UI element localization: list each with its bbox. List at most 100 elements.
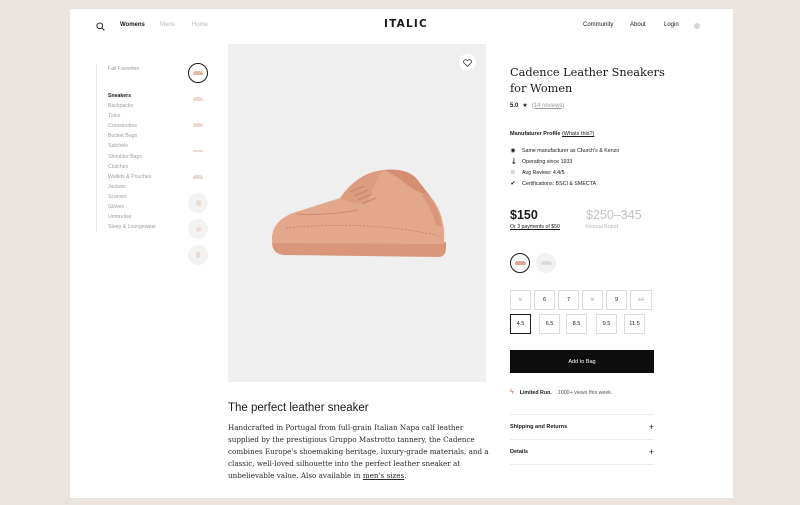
accordion-details[interactable]: Details + xyxy=(510,447,654,457)
nav-womens[interactable]: Womens xyxy=(120,22,145,28)
category-umbrellas[interactable]: Umbrellas xyxy=(108,212,156,222)
manufacturer-item: ☆ Avg Review: 4.4/5 xyxy=(510,169,564,177)
manufacturer-item-text: Same manufacturer as Church's & Kenzo xyxy=(522,147,620,154)
shoe-thumbnail-icon xyxy=(193,175,203,179)
thumbnail-2[interactable] xyxy=(188,89,208,109)
eye-icon: ◉ xyxy=(510,148,516,154)
accordion-divider xyxy=(510,414,654,415)
size-option[interactable]: 8 xyxy=(582,290,603,310)
manufacturer-item: ◉ Same manufacturer as Church's & Kenzo xyxy=(510,147,620,155)
size-option[interactable]: 8.5 xyxy=(566,314,587,334)
search-icon[interactable] xyxy=(96,22,105,31)
size-option-selected[interactable]: 4.5 xyxy=(510,314,531,334)
category-sneakers[interactable]: Sneakers xyxy=(108,91,156,101)
category-backpacks[interactable]: Backpacks xyxy=(108,101,156,111)
size-option[interactable]: 6.5 xyxy=(539,314,560,334)
page-card: Womens Mens Home ITALIC Community About … xyxy=(70,9,733,498)
size-option[interactable]: 9 xyxy=(606,290,627,310)
category-shoulder-bags[interactable]: Shoulder Bags xyxy=(108,152,156,162)
thumbnail-6[interactable] xyxy=(188,193,208,213)
manufacturer-label: Manufaturer Profile xyxy=(510,131,561,137)
limited-label: Limited Run. xyxy=(519,389,552,396)
nav-community[interactable]: Community xyxy=(583,22,613,28)
accordion-label: Details xyxy=(510,449,529,455)
size-option[interactable]: 9.5 xyxy=(596,314,617,334)
add-to-bag-button[interactable]: Add to Bag xyxy=(510,350,654,373)
category-sleep[interactable]: Sleep & Loungewear xyxy=(108,222,156,232)
shoe-thumbnail-icon xyxy=(193,150,203,152)
product-image xyxy=(228,44,486,382)
category-totes[interactable]: Totes xyxy=(108,111,156,121)
manufacturer-item: ✔ Certifications: BSCI & SMECTA xyxy=(510,180,597,188)
color-swatch-white[interactable] xyxy=(536,253,556,273)
plus-icon: + xyxy=(648,422,654,432)
category-clutches[interactable]: Clutches xyxy=(108,162,156,172)
thumbnail-1[interactable] xyxy=(188,63,208,83)
thumbnail-8[interactable] xyxy=(188,245,208,265)
accordion-label: Shipping and Returns xyxy=(510,424,568,430)
shoe-thumbnail-icon xyxy=(195,226,201,232)
size-option[interactable]: 7 xyxy=(558,290,579,310)
category-wallets[interactable]: Wallets & Pouches xyxy=(108,172,156,182)
retail-price: $250–345 xyxy=(586,208,642,222)
star-outline-icon: ☆ xyxy=(510,170,516,176)
manufacturer-item-text: Certifications: BSCI & SMECTA xyxy=(522,180,597,187)
shoe-thumbnail-icon xyxy=(193,71,203,75)
whats-this-link[interactable]: (Whats this?) xyxy=(562,131,594,137)
category-satchels[interactable]: Satchels xyxy=(108,141,156,151)
header: Womens Mens Home ITALIC Community About … xyxy=(70,9,733,43)
favorite-button[interactable] xyxy=(459,54,476,71)
shoe-thumbnail-icon xyxy=(195,200,201,206)
check-icon: ✔ xyxy=(510,181,516,187)
category-gloves[interactable]: Gloves xyxy=(108,202,156,212)
accordion-divider xyxy=(510,439,654,440)
description-body: Handcrafted in Portugal from full-grain … xyxy=(228,422,490,482)
nav-mens[interactable]: Mens xyxy=(160,22,175,28)
sidebar-divider xyxy=(96,64,97,232)
installments-link[interactable]: Or 3 payments of $50 xyxy=(510,224,560,230)
product-title: Cadence Leather Sneakers for Women xyxy=(510,66,665,95)
retail-label: Normal Brand xyxy=(586,224,619,230)
heart-icon xyxy=(463,58,472,67)
thermometer-icon: 🌡 xyxy=(510,159,518,165)
category-bucket-bags[interactable]: Bucket Bags xyxy=(108,131,156,141)
manufacturer-item-text: Operating since 1933 xyxy=(522,158,573,165)
lightning-icon: ϟ xyxy=(510,389,514,396)
plus-icon: + xyxy=(648,447,654,457)
shoe-thumbnail-icon xyxy=(193,97,203,101)
shoe-thumbnail-icon xyxy=(196,252,200,258)
shoe-swatch-icon xyxy=(514,261,526,265)
size-option[interactable]: 6 xyxy=(534,290,555,310)
category-list: Sneakers Backpacks Totes Crossbodies Buc… xyxy=(108,91,156,232)
sidebar-favorites[interactable]: Fall Favorites xyxy=(108,66,139,72)
limited-text: 1000+ views this week. xyxy=(557,389,613,396)
thumbnail-5[interactable] xyxy=(188,167,208,187)
nav-home[interactable]: Home xyxy=(192,22,208,28)
accordion-divider xyxy=(510,464,654,465)
rating-score: 5.0 xyxy=(510,102,519,109)
sneaker-image xyxy=(271,169,446,257)
category-scarves[interactable]: Scarves xyxy=(108,192,156,202)
manufacturer-profile: Manufaturer Profile (Whats this?) xyxy=(510,131,594,137)
nav-login[interactable]: Login xyxy=(664,22,679,28)
size-option[interactable]: 10 xyxy=(630,290,652,310)
manufacturer-item: 🌡 Operating since 1933 xyxy=(510,158,573,166)
cart-dot-icon[interactable] xyxy=(694,23,700,29)
category-crossbodies[interactable]: Crossbodies xyxy=(108,121,156,131)
thumbnail-7[interactable] xyxy=(188,219,208,239)
shoe-swatch-icon xyxy=(540,261,552,265)
category-jackets[interactable]: Jackets xyxy=(108,182,156,192)
price: $150 xyxy=(510,208,538,222)
color-swatch-blush[interactable] xyxy=(510,253,530,273)
size-option[interactable]: 5 xyxy=(510,290,531,310)
mens-sizes-link[interactable]: men's sizes xyxy=(363,471,404,480)
logo[interactable]: ITALIC xyxy=(384,18,428,30)
rating: 5.0 ★ (14 reviews) xyxy=(510,102,565,110)
accordion-shipping[interactable]: Shipping and Returns + xyxy=(510,422,654,432)
size-option[interactable]: 11.5 xyxy=(624,314,645,334)
thumbnail-3[interactable] xyxy=(188,115,208,135)
nav-about[interactable]: About xyxy=(630,22,646,28)
thumbnail-4[interactable] xyxy=(188,141,208,161)
shoe-thumbnail-icon xyxy=(193,123,203,127)
reviews-link[interactable]: (14 reviews) xyxy=(532,103,565,109)
